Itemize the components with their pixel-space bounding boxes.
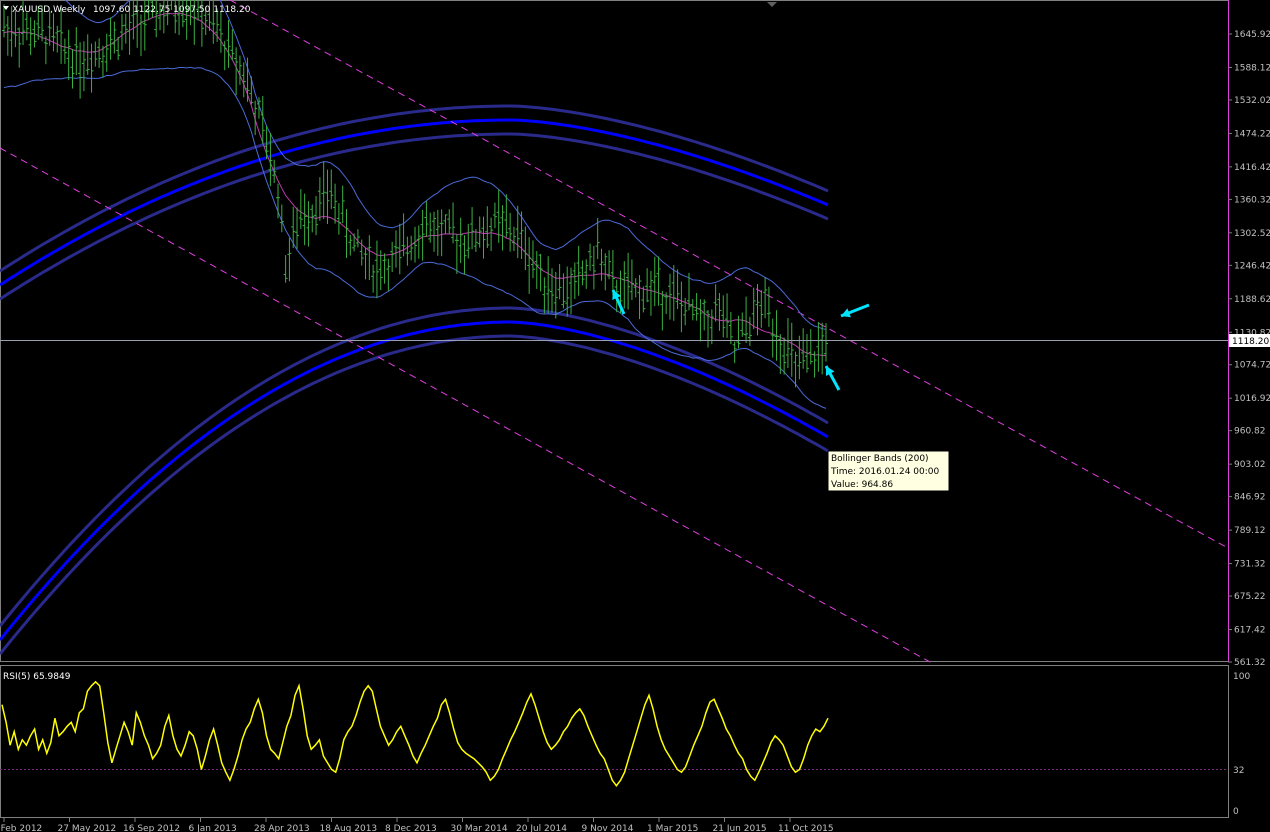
time-tick-label: 9 Nov 2014 xyxy=(582,824,634,832)
price-tick-label: 1645.92 xyxy=(1234,30,1270,40)
time-tick-label: 18 Aug 2013 xyxy=(320,824,378,832)
time-tick-label: 11 Oct 2015 xyxy=(778,824,834,832)
price-tick-label: 1074.72 xyxy=(1234,361,1270,371)
price-tick-label: 903.02 xyxy=(1234,460,1266,470)
tooltip-line-1: Bollinger Bands (200) xyxy=(831,454,929,464)
tooltip-line-2: Time: 2016.01.24 00:00 xyxy=(830,467,940,477)
price-tick-label: 617.42 xyxy=(1234,626,1266,636)
price-tick-label: 1188.62 xyxy=(1234,295,1270,305)
chart-canvas: 1645.92 1588.12 1532.02 1474.22 1416.42 1360.… xyxy=(0,0,1270,832)
time-tick-label: 1 Mar 2015 xyxy=(647,824,698,832)
time-tick-label: 28 Apr 2013 xyxy=(254,824,310,832)
price-tick-label: 1246.42 xyxy=(1234,261,1270,271)
time-tick-label: 16 Sep 2012 xyxy=(123,824,180,832)
price-tick-label: 1532.02 xyxy=(1234,96,1270,106)
price-tick-label: 1588.12 xyxy=(1234,63,1270,73)
current-price-label: 1118.20 xyxy=(1232,337,1269,347)
price-tick-label: 789.12 xyxy=(1234,526,1266,536)
rsi-axis-100: 100 xyxy=(1233,672,1250,682)
time-tick-label: 5 Feb 2012 xyxy=(0,824,42,832)
time-tick-label: 6 Jan 2013 xyxy=(189,824,237,832)
price-tick-label: 1416.42 xyxy=(1234,163,1270,173)
ohlc-label: 1097.60 1122.75 1097.50 1118.20 xyxy=(93,5,251,15)
rsi-axis-0: 0 xyxy=(1233,807,1239,817)
price-tick-label: 675.22 xyxy=(1234,592,1266,602)
price-tick-label: 1474.22 xyxy=(1234,129,1270,139)
time-tick-label: 21 Jun 2015 xyxy=(713,824,767,832)
price-tick-label: 1302.52 xyxy=(1234,229,1270,239)
price-tick-label: 960.82 xyxy=(1234,427,1266,437)
rsi-label: RSI(5) 65.9849 xyxy=(3,672,71,682)
rsi-axis-32: 32 xyxy=(1233,766,1244,776)
price-tick-label: 1016.92 xyxy=(1234,394,1270,404)
time-tick-label: 8 Dec 2013 xyxy=(385,824,437,832)
bollinger-tooltip: Bollinger Bands (200) Time: 2016.01.24 0… xyxy=(827,450,950,492)
price-tick-label: 561.32 xyxy=(1234,658,1266,668)
price-tick-label: 731.32 xyxy=(1234,560,1266,570)
symbol-label: XAUUSD,Weekly xyxy=(12,5,86,15)
time-tick-label: 30 Mar 2014 xyxy=(451,824,508,832)
time-tick-label: 20 Jul 2014 xyxy=(516,824,567,832)
price-tick-label: 1360.32 xyxy=(1234,195,1270,205)
tooltip-line-3: Value: 964.86 xyxy=(831,480,893,490)
time-tick-label: 27 May 2012 xyxy=(58,824,117,832)
price-tick-label: 846.92 xyxy=(1234,493,1266,503)
